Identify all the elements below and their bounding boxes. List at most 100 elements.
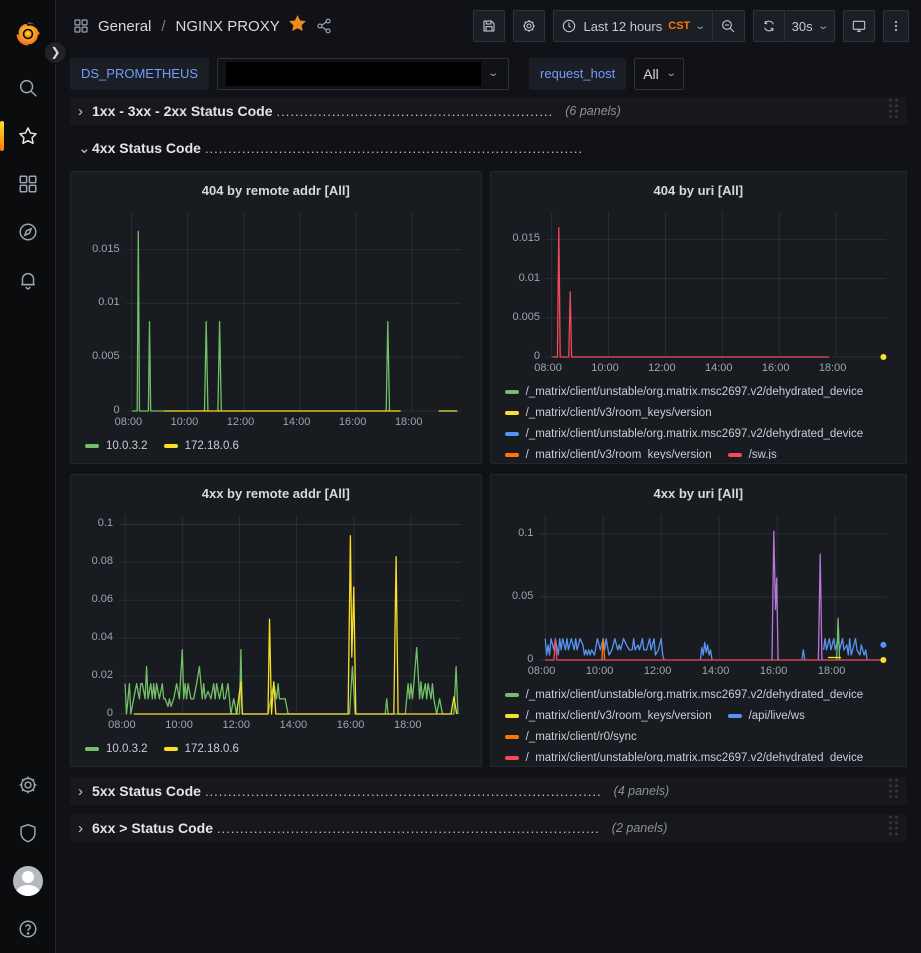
sidebar-item-dashboards[interactable] bbox=[0, 160, 56, 208]
legend-chip bbox=[728, 714, 742, 718]
sidebar-item-search[interactable] bbox=[0, 64, 56, 112]
sidebar-item-alerting[interactable] bbox=[0, 256, 56, 304]
row-title: 4xx Status Code bbox=[92, 140, 201, 156]
time-range-label: Last 12 hours bbox=[583, 19, 662, 34]
chevron-down-icon: ⌄ bbox=[817, 21, 829, 32]
legend-chip bbox=[505, 756, 519, 760]
legend-label: /_matrix/client/v3/room_keys/version bbox=[526, 407, 712, 419]
dashboard-scroll-area[interactable]: ›1xx - 3xx - 2xx Status Code............… bbox=[56, 95, 921, 953]
explore-compass-icon bbox=[17, 221, 39, 243]
search-icon bbox=[17, 77, 39, 99]
chart-canvas[interactable] bbox=[81, 204, 471, 435]
legend-item[interactable]: /api/live/ws bbox=[728, 705, 805, 726]
sidebar-item-server-admin[interactable] bbox=[0, 809, 56, 857]
refresh-interval-button[interactable]: 30s ⌄ bbox=[785, 10, 835, 42]
panel-title[interactable]: 4xx by remote addr [All] bbox=[81, 480, 471, 507]
dashboard-title[interactable]: NGINX PROXY bbox=[176, 18, 280, 35]
timezone-label: CST bbox=[668, 20, 690, 32]
breadcrumb-folder[interactable]: General bbox=[98, 18, 151, 35]
share-icon[interactable] bbox=[315, 17, 333, 35]
legend-item[interactable]: 172.18.0.6 bbox=[164, 435, 239, 456]
panel-3: 4xx by remote addr [All]00.020.040.060.0… bbox=[70, 474, 482, 767]
favorite-star-button[interactable] bbox=[288, 14, 307, 38]
series-endpoint-marker bbox=[880, 642, 886, 648]
breadcrumb-separator: / bbox=[159, 18, 167, 35]
panel-title[interactable]: 4xx by uri [All] bbox=[501, 480, 896, 507]
row-dots: ........................................… bbox=[277, 104, 554, 119]
row-chevron-icon: › bbox=[78, 103, 92, 120]
help-icon bbox=[17, 918, 39, 940]
legend-chip bbox=[505, 390, 519, 394]
legend-item[interactable]: 10.0.3.2 bbox=[85, 435, 148, 456]
dashboard-row-3[interactable]: ›5xx Status Code........................… bbox=[70, 777, 907, 805]
legend-label: /_matrix/client/unstable/org.matrix.msc2… bbox=[526, 428, 864, 440]
gear-icon bbox=[17, 774, 39, 796]
legend-item[interactable]: /_matrix/client/unstable/org.matrix.msc2… bbox=[505, 423, 864, 444]
legend-label: 172.18.0.6 bbox=[185, 440, 239, 452]
legend-item[interactable]: /_matrix/client/unstable/org.matrix.msc2… bbox=[505, 381, 864, 402]
chevron-down-icon: ⌄ bbox=[695, 21, 707, 32]
dashboard-row-4[interactable]: ›6xx > Status Code......................… bbox=[70, 814, 907, 842]
row-dots: ........................................… bbox=[205, 784, 602, 799]
sidebar-item-starred[interactable] bbox=[0, 112, 56, 160]
row-drag-handle-icon[interactable] bbox=[888, 814, 899, 837]
dashboard-row-1[interactable]: ›1xx - 3xx - 2xx Status Code............… bbox=[70, 97, 907, 125]
legend-item[interactable]: /sw.js bbox=[728, 444, 777, 459]
sidebar-item-configuration[interactable] bbox=[0, 761, 56, 809]
ds-value-redacted bbox=[226, 62, 481, 86]
legend-chip bbox=[505, 453, 519, 457]
more-options-button[interactable] bbox=[883, 10, 909, 42]
legend-label: /_matrix/client/v3/room_keys/version bbox=[526, 449, 712, 460]
save-dashboard-button[interactable] bbox=[473, 10, 505, 42]
dashboard-row-2[interactable]: ⌄4xx Status Code........................… bbox=[70, 134, 907, 162]
row-drag-handle[interactable] bbox=[888, 97, 899, 125]
legend-item[interactable]: /_matrix/client/unstable/org.matrix.msc2… bbox=[505, 747, 864, 762]
request-host-select[interactable]: All ⌄ bbox=[634, 58, 684, 90]
dashboard-settings-button[interactable] bbox=[513, 10, 545, 42]
sidebar-item-help[interactable] bbox=[0, 905, 56, 953]
sidebar-item-explore[interactable] bbox=[0, 208, 56, 256]
legend-item[interactable]: 10.0.3.2 bbox=[85, 738, 148, 759]
series-green bbox=[218, 322, 221, 411]
legend-label: /_matrix/client/unstable/org.matrix.msc2… bbox=[526, 386, 864, 398]
panel-grid: 404 by remote addr [All]00.0050.010.0150… bbox=[70, 171, 907, 767]
chart-canvas[interactable] bbox=[501, 204, 896, 381]
grafana-logo-icon bbox=[13, 19, 43, 49]
row-drag-handle-icon[interactable] bbox=[888, 97, 899, 120]
legend-item[interactable]: /_matrix/client/unstable/org.matrix.msc2… bbox=[505, 684, 864, 705]
chart-canvas[interactable] bbox=[501, 507, 896, 684]
sidebar-item-profile[interactable] bbox=[0, 857, 56, 905]
legend-item[interactable]: /_matrix/client/r0/sync bbox=[505, 726, 637, 747]
refresh-button[interactable] bbox=[753, 10, 785, 42]
legend-item[interactable]: /_matrix/client/v3/room_keys/version bbox=[505, 444, 712, 459]
series-endpoint-marker bbox=[880, 354, 886, 360]
legend-item[interactable]: /_matrix/client/v3/room_keys/version bbox=[505, 402, 712, 423]
time-range-button[interactable]: Last 12 hours CST ⌄ bbox=[553, 10, 712, 42]
row-drag-handle-icon[interactable] bbox=[888, 777, 899, 800]
zoom-out-button[interactable] bbox=[713, 10, 745, 42]
zoom-out-icon bbox=[720, 18, 736, 34]
sidebar-expand-button[interactable]: ❯ bbox=[44, 41, 67, 64]
legend-label: /api/live/ws bbox=[749, 710, 805, 722]
ds-prometheus-select[interactable]: ⌄ bbox=[217, 58, 509, 90]
series-green bbox=[132, 231, 164, 411]
legend-label: /_matrix/client/unstable/org.matrix.msc2… bbox=[526, 689, 864, 701]
row-title: 6xx > Status Code bbox=[92, 820, 213, 836]
panel-title[interactable]: 404 by remote addr [All] bbox=[81, 177, 471, 204]
legend-item[interactable]: 172.18.0.6 bbox=[164, 738, 239, 759]
panel-title[interactable]: 404 by uri [All] bbox=[501, 177, 896, 204]
tv-mode-button[interactable] bbox=[843, 10, 875, 42]
row-title: 5xx Status Code bbox=[92, 783, 201, 799]
series-green bbox=[205, 322, 208, 411]
legend-item[interactable]: /_matrix/client/v3/room_keys/version bbox=[505, 705, 712, 726]
variable-label-request-host: request_host bbox=[529, 58, 626, 90]
row-drag-handle[interactable] bbox=[888, 777, 899, 805]
chart-canvas[interactable] bbox=[81, 507, 471, 738]
row-chevron-icon: › bbox=[78, 783, 92, 800]
gear-icon bbox=[521, 18, 537, 34]
panel-chart: 00.0050.010.01508:0010:0012:0014:0016:00… bbox=[81, 204, 471, 435]
main-area: General / NGINX PROXY Last 12 hours C bbox=[56, 0, 921, 953]
row-drag-handle[interactable] bbox=[888, 814, 899, 842]
row-dots: ........................................… bbox=[205, 141, 583, 156]
legend-chip bbox=[505, 693, 519, 697]
